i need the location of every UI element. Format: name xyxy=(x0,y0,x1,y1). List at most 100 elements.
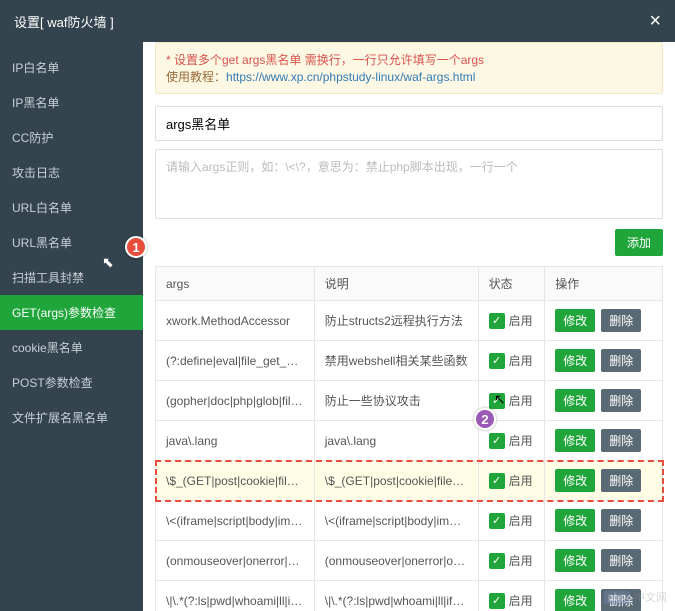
cell-args: (onmouseover|onerror|on... xyxy=(156,541,315,581)
modify-button[interactable]: 修改 xyxy=(555,509,595,532)
delete-button[interactable]: 删除 xyxy=(601,389,641,412)
status-label: 启用 xyxy=(509,474,533,488)
sidebar-item-ip-blacklist[interactable]: IP黑名单 xyxy=(0,85,143,120)
modify-button[interactable]: 修改 xyxy=(555,549,595,572)
cell-desc: \|\.*(?:ls|pwd|whoami|ll|ifc... xyxy=(314,581,478,611)
annotation-badge-2: 2 xyxy=(474,408,496,430)
watermark: php 中文网 xyxy=(604,589,667,605)
th-status: 状态 xyxy=(478,267,545,301)
th-desc: 说明 xyxy=(314,267,478,301)
th-ops: 操作 xyxy=(545,267,663,301)
check-icon[interactable]: ✓ xyxy=(489,353,505,369)
cell-ops: 修改删除 xyxy=(545,381,663,421)
cell-ops: 修改删除 xyxy=(545,541,663,581)
status-label: 启用 xyxy=(509,434,533,448)
sidebar-item-url-blacklist[interactable]: URL黑名单 xyxy=(0,225,143,260)
cell-ops: 修改删除 xyxy=(545,301,663,341)
delete-button[interactable]: 删除 xyxy=(601,309,641,332)
cell-status: ✓ 启用 xyxy=(478,501,545,541)
table-row: java\.langjava\.lang✓启用修改删除 xyxy=(156,421,663,461)
sidebar-item-cc[interactable]: CC防护 xyxy=(0,120,143,155)
cell-args: (gopher|doc|php|glob|file|... xyxy=(156,381,315,421)
th-args: args xyxy=(156,267,315,301)
check-icon[interactable]: ✓ xyxy=(489,433,505,449)
table-row: \|\.*(?:ls|pwd|whoami|ll|ifc...\|\.*(?:l… xyxy=(156,581,663,611)
sidebar-item-get-args[interactable]: GET(args)参数检查 xyxy=(0,295,143,330)
warning-line1: * 设置多个get args黑名单 需换行，一行只允许填写一个args xyxy=(166,51,652,68)
cell-status: ✓启用 xyxy=(478,541,545,581)
status-label: 启用 xyxy=(509,394,533,408)
modify-button[interactable]: 修改 xyxy=(555,429,595,452)
cell-status: ✓ 启用 xyxy=(478,341,545,381)
section-title: args黑名单 xyxy=(155,106,663,141)
cell-args: \<(iframe|script|body|img|l... xyxy=(156,501,315,541)
modal-body: IP白名单 IP黑名单 CC防护 攻击日志 URL白名单 URL黑名单 扫描工具… xyxy=(0,42,675,611)
cell-desc: java\.lang xyxy=(314,421,478,461)
delete-button[interactable]: 删除 xyxy=(601,509,641,532)
check-icon[interactable]: ✓ xyxy=(489,513,505,529)
cell-args: (?:define|eval|file_get_co... xyxy=(156,341,315,381)
sidebar-item-attack-log[interactable]: 攻击日志 xyxy=(0,155,143,190)
sidebar-item-scan-block[interactable]: 扫描工具封禁 xyxy=(0,260,143,295)
modal-title: 设置[ waf防火墙 ] xyxy=(14,12,114,31)
status-label: 启用 xyxy=(509,594,533,608)
table-row: (?:define|eval|file_get_co...禁用webshell相… xyxy=(156,341,663,381)
watermark-text: 中文网 xyxy=(634,589,667,605)
cell-ops: 修改删除 xyxy=(545,461,663,501)
delete-button[interactable]: 删除 xyxy=(601,349,641,372)
cell-desc: (onmouseover|onerror|onl... xyxy=(314,541,478,581)
delete-button[interactable]: 删除 xyxy=(601,429,641,452)
modal-header: 设置[ waf防火墙 ] × xyxy=(0,0,675,42)
table-row: \<(iframe|script|body|img|l...\<(iframe|… xyxy=(156,501,663,541)
cell-status: ✓ 启用 xyxy=(478,581,545,611)
cell-status: ✓ 启用 xyxy=(478,301,545,341)
check-icon[interactable]: ✓ xyxy=(489,553,505,569)
status-label: 启用 xyxy=(509,314,533,328)
sidebar-item-cookie-blacklist[interactable]: cookie黑名单 xyxy=(0,330,143,365)
check-icon[interactable]: ✓ xyxy=(489,473,505,489)
rules-table: args 说明 状态 操作 xwork.MethodAccessor防止stru… xyxy=(155,266,663,611)
table-row: (onmouseover|onerror|on...(onmouseover|o… xyxy=(156,541,663,581)
php-logo: php xyxy=(604,591,630,604)
status-label: 启用 xyxy=(509,514,533,528)
table-row: xwork.MethodAccessor防止structs2远程执行方法✓启用修… xyxy=(156,301,663,341)
settings-modal: 设置[ waf防火墙 ] × IP白名单 IP黑名单 CC防护 攻击日志 URL… xyxy=(0,0,675,611)
sidebar-item-post-params[interactable]: POST参数检查 xyxy=(0,365,143,400)
annotation-badge-1: 1 xyxy=(125,236,147,258)
sidebar-item-url-whitelist[interactable]: URL白名单 xyxy=(0,190,143,225)
modify-button[interactable]: 修改 xyxy=(555,349,595,372)
delete-button[interactable]: 删除 xyxy=(601,549,641,572)
cell-ops: 修改删除 xyxy=(545,421,663,461)
status-label: 启用 xyxy=(509,354,533,368)
check-icon[interactable]: ✓ xyxy=(489,593,505,609)
modify-button[interactable]: 修改 xyxy=(555,389,595,412)
cell-desc: \<(iframe|script|body|img|l... xyxy=(314,501,478,541)
sidebar-item-ext-blacklist[interactable]: 文件扩展名黑名单 xyxy=(0,400,143,435)
cell-desc: 禁用webshell相关某些函数 xyxy=(314,341,478,381)
modify-button[interactable]: 修改 xyxy=(555,309,595,332)
sidebar-item-ip-whitelist[interactable]: IP白名单 xyxy=(0,50,143,85)
close-icon[interactable]: × xyxy=(649,10,661,33)
args-input[interactable]: 请输入args正则，如：\<\?，意思为：禁止php脚本出现，一行一个 xyxy=(155,149,663,219)
cell-desc: 防止一些协议攻击 xyxy=(314,381,478,421)
cell-args: \$_(GET|post|cookie|files|... xyxy=(156,461,315,501)
tutorial-link[interactable]: https://www.xp.cn/phpstudy-linux/waf-arg… xyxy=(226,70,475,84)
content-panel: * 设置多个get args黑名单 需换行，一行只允许填写一个args 使用教程… xyxy=(143,42,675,611)
check-icon[interactable]: ✓ xyxy=(489,393,505,409)
table-row: (gopher|doc|php|glob|file|...防止一些协议攻击 ✓ 启用… xyxy=(156,381,663,421)
warning-line2: 使用教程：https://www.xp.cn/phpstudy-linux/wa… xyxy=(166,68,652,85)
cell-args: xwork.MethodAccessor xyxy=(156,301,315,341)
check-icon[interactable]: ✓ xyxy=(489,313,505,329)
cell-desc: \$_(GET|post|cookie|files|... xyxy=(314,461,478,501)
cell-args: java\.lang xyxy=(156,421,315,461)
add-button[interactable]: 添加 xyxy=(615,229,663,256)
cell-ops: 修改删除 xyxy=(545,341,663,381)
modify-button[interactable]: 修改 xyxy=(555,589,595,611)
delete-button[interactable]: 删除 xyxy=(601,469,641,492)
cell-status: ✓ 启用 xyxy=(478,461,545,501)
add-row: 添加 xyxy=(155,229,663,256)
cell-desc: 防止structs2远程执行方法 xyxy=(314,301,478,341)
cell-args: \|\.*(?:ls|pwd|whoami|ll|ifc... xyxy=(156,581,315,611)
modify-button[interactable]: 修改 xyxy=(555,469,595,492)
tutorial-label: 使用教程： xyxy=(166,70,226,84)
